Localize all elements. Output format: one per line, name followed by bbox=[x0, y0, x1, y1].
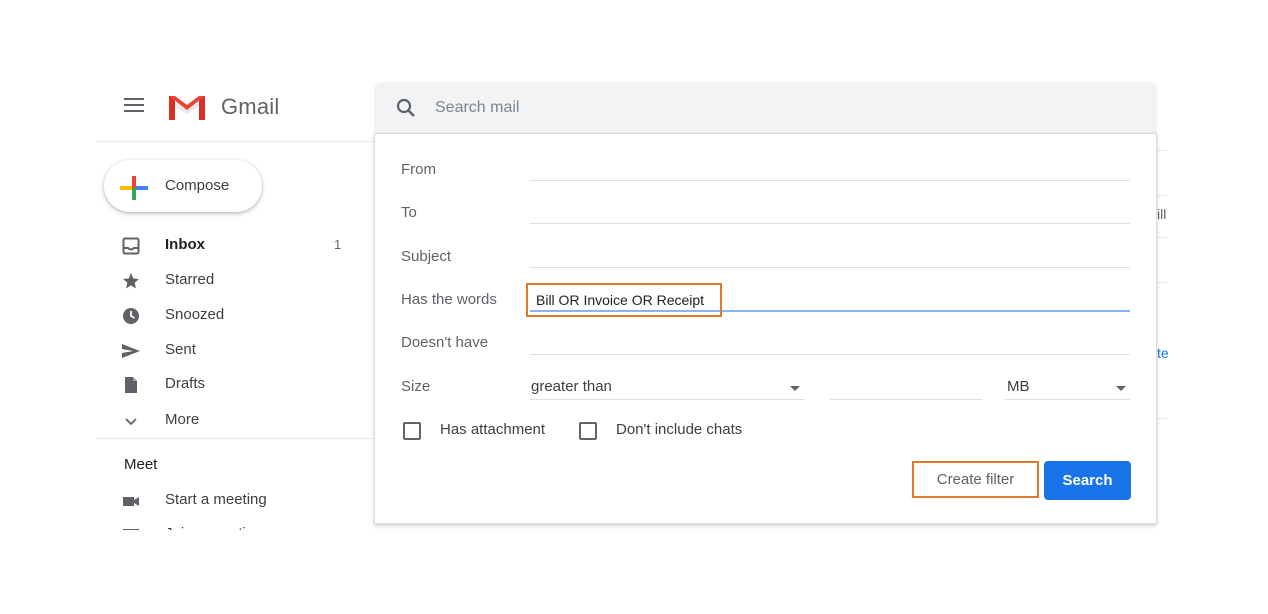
draft-icon bbox=[125, 377, 137, 393]
size-unit-value: MB bbox=[1007, 378, 1030, 395]
compose-button[interactable]: Compose bbox=[104, 160, 262, 212]
size-unit-select[interactable]: MB bbox=[1005, 376, 1130, 400]
size-comparator-select[interactable]: greater than bbox=[530, 376, 805, 400]
sidebar-item-starred[interactable]: Starred bbox=[96, 264, 366, 296]
header-divider bbox=[96, 141, 376, 142]
clock-icon bbox=[123, 308, 139, 324]
sidebar-divider bbox=[96, 438, 376, 439]
sidebar-item-label: Join a meeting bbox=[165, 525, 263, 530]
sidebar-item-label: Starred bbox=[165, 271, 215, 288]
gmail-logo-icon[interactable] bbox=[166, 92, 208, 122]
star-icon bbox=[123, 273, 139, 289]
background-divider bbox=[1157, 418, 1167, 419]
video-camera-icon bbox=[123, 497, 139, 506]
advanced-search-panel: From To Subject Has the words Bill OR In… bbox=[374, 133, 1157, 524]
keyboard-icon bbox=[123, 529, 139, 530]
background-divider bbox=[1157, 237, 1167, 238]
doesnt-have-field[interactable] bbox=[530, 354, 1130, 355]
compose-label: Compose bbox=[165, 177, 230, 194]
unread-count: 1 bbox=[334, 237, 342, 252]
plus-icon bbox=[120, 176, 148, 200]
dont-include-chats-checkbox[interactable] bbox=[579, 422, 597, 440]
search-input[interactable]: Search mail bbox=[435, 99, 519, 117]
has-words-highlight bbox=[526, 283, 722, 317]
from-field[interactable] bbox=[530, 180, 1130, 181]
has-words-label: Has the words bbox=[401, 291, 497, 308]
sidebar-item-label: Start a meeting bbox=[165, 491, 267, 508]
search-icon[interactable] bbox=[394, 96, 418, 120]
from-label: From bbox=[401, 161, 436, 178]
has-attachment-checkbox[interactable] bbox=[403, 422, 421, 440]
meet-heading: Meet bbox=[124, 456, 158, 473]
size-comparator-value: greater than bbox=[531, 378, 612, 395]
subject-field[interactable] bbox=[530, 267, 1130, 268]
send-icon bbox=[122, 344, 140, 358]
size-value-input[interactable] bbox=[830, 376, 982, 400]
size-label: Size bbox=[401, 378, 431, 395]
background-text-fragment: ill bbox=[1157, 206, 1167, 222]
search-button[interactable]: Search bbox=[1044, 461, 1131, 500]
dont-include-chats-label[interactable]: Don't include chats bbox=[616, 421, 742, 438]
background-text-fragment: te bbox=[1157, 345, 1169, 361]
sidebar-item-drafts[interactable]: Drafts bbox=[96, 368, 366, 400]
to-label: To bbox=[401, 204, 417, 221]
background-divider bbox=[1157, 282, 1167, 283]
sidebar-item-sent[interactable]: Sent bbox=[96, 334, 366, 366]
gmail-logo-text[interactable]: Gmail bbox=[221, 94, 279, 120]
sidebar-item-label: Inbox bbox=[165, 236, 205, 253]
hamburger-menu-icon[interactable] bbox=[124, 98, 144, 114]
sidebar-clip: Join a meeting bbox=[96, 518, 376, 530]
sidebar-item-inbox[interactable]: Inbox 1 bbox=[96, 229, 366, 261]
dropdown-caret-icon bbox=[790, 386, 800, 391]
sidebar-item-more[interactable]: More bbox=[96, 404, 366, 436]
to-field[interactable] bbox=[530, 223, 1130, 224]
has-attachment-label[interactable]: Has attachment bbox=[440, 421, 545, 438]
doesnt-have-label: Doesn't have bbox=[401, 334, 489, 351]
sidebar-item-label: More bbox=[165, 411, 200, 428]
search-bar[interactable]: Search mail bbox=[374, 82, 1157, 134]
sidebar-item-label: Drafts bbox=[165, 375, 206, 392]
chevron-down-icon bbox=[125, 418, 137, 426]
sidebar-item-label: Snoozed bbox=[165, 306, 225, 323]
subject-label: Subject bbox=[401, 248, 452, 265]
background-divider bbox=[1157, 150, 1167, 151]
sidebar-item-snoozed[interactable]: Snoozed bbox=[96, 299, 366, 331]
sidebar-item-start-meeting[interactable]: Start a meeting bbox=[96, 484, 366, 516]
inbox-icon bbox=[122, 237, 140, 255]
create-filter-button[interactable]: Create filter bbox=[912, 461, 1039, 498]
background-divider bbox=[1157, 195, 1167, 196]
sidebar-item-join-meeting[interactable]: Join a meeting bbox=[96, 518, 366, 530]
sidebar-item-label: Sent bbox=[165, 341, 196, 358]
dropdown-caret-icon bbox=[1116, 386, 1126, 391]
